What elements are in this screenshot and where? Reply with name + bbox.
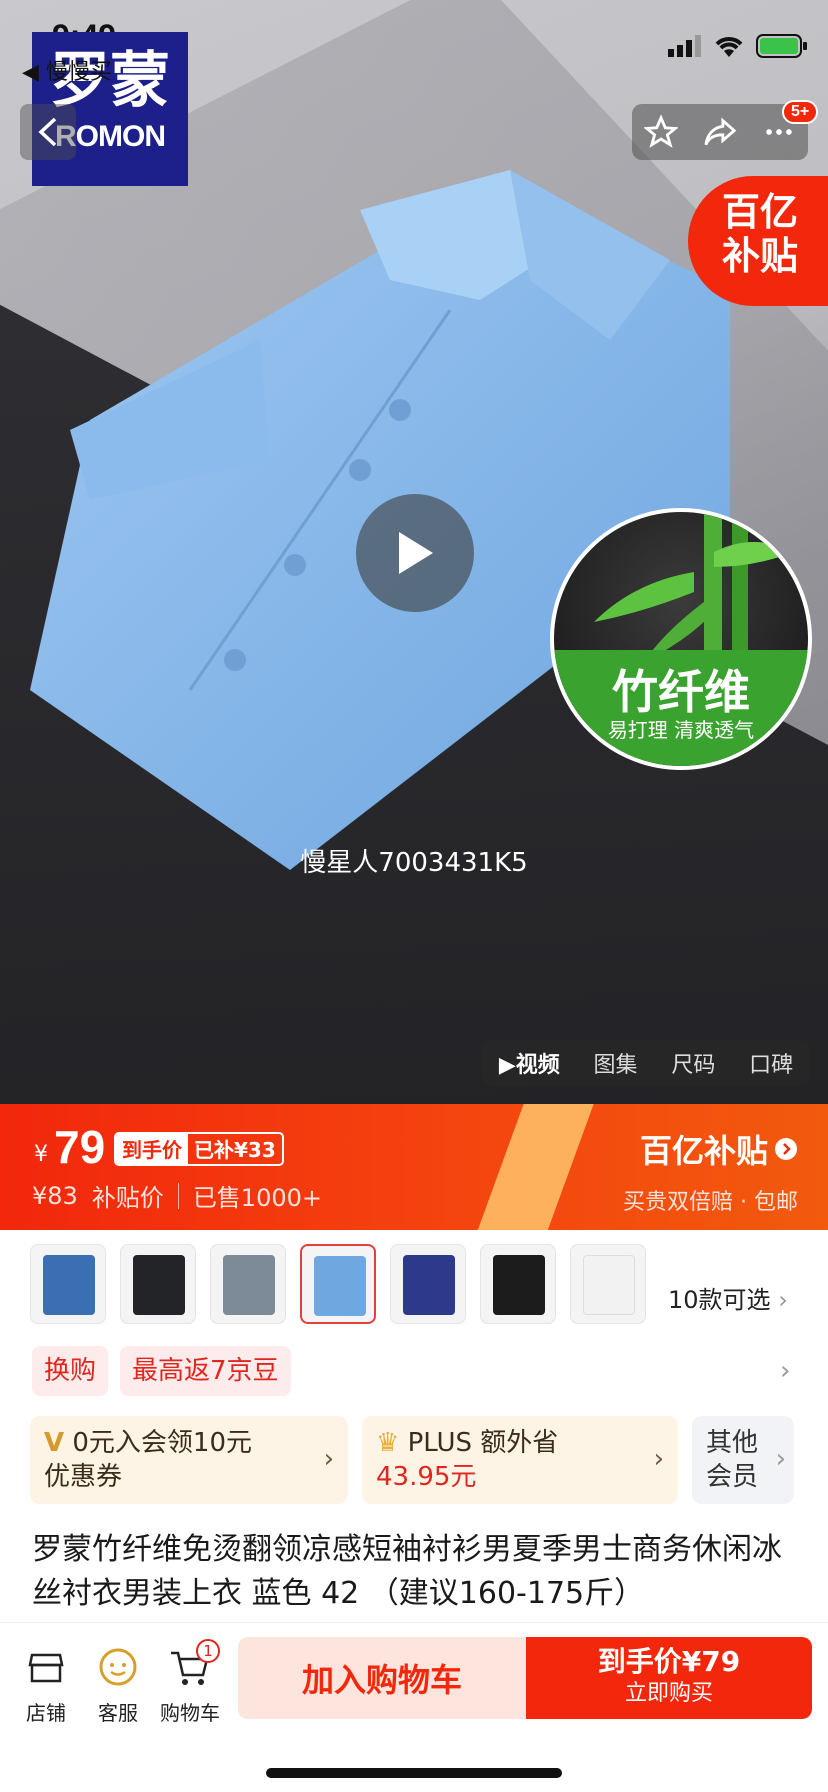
- chevron-left-icon: [38, 117, 57, 147]
- image-watermark: 慢星人7003431K5: [300, 848, 528, 878]
- tab-gallery[interactable]: 图集: [594, 1047, 638, 1079]
- chevron-right-circle-icon: [775, 1138, 797, 1160]
- member-coupon-card[interactable]: V 0元入会领10元 优惠券 ›: [30, 1416, 348, 1504]
- shop-icon: [28, 1653, 64, 1683]
- shop-button[interactable]: 店铺: [6, 1643, 86, 1726]
- tab-reviews[interactable]: 口碑: [749, 1047, 793, 1079]
- currency-symbol: ¥: [34, 1142, 48, 1167]
- buy-now-button[interactable]: 到手价¥79 立即购买: [526, 1637, 812, 1719]
- media-tabs: ▶视频 图集 尺码 口碑: [482, 1040, 810, 1086]
- product-title: 罗蒙竹纤维免烫翻领凉感短袖衬衫男夏季男士商务休闲冰丝衬衣男装上衣 蓝色 42 （…: [32, 1532, 782, 1611]
- plus-saving-card[interactable]: ♛ PLUS 额外省 43.95元 ›: [362, 1416, 678, 1504]
- variant-swatch[interactable]: [30, 1244, 106, 1324]
- play-icon: [399, 532, 433, 574]
- variant-swatch[interactable]: [120, 1244, 196, 1324]
- service-icon: [99, 1648, 137, 1686]
- home-indicator[interactable]: [266, 1768, 562, 1778]
- bottom-action-bar: 店铺 客服 1 购物车 加入购物车 到手价¥79 立即购买: [0, 1622, 828, 1792]
- variant-swatch[interactable]: [480, 1244, 556, 1324]
- chevron-right-icon[interactable]: ›: [780, 1356, 790, 1386]
- service-button[interactable]: 客服: [78, 1643, 158, 1726]
- promo-tag-beans[interactable]: 最高返7京豆: [120, 1346, 291, 1396]
- subsidy-label: 补贴价: [91, 1184, 164, 1212]
- tab-video[interactable]: ▶视频: [499, 1047, 560, 1079]
- sold-count: 已售1000+: [192, 1184, 322, 1212]
- crown-icon: ♛: [376, 1428, 400, 1458]
- play-video-button[interactable]: [356, 494, 474, 612]
- v-icon: V: [44, 1428, 65, 1458]
- cart-count-badge: 1: [196, 1639, 220, 1663]
- other-member-card[interactable]: 其他 会员 ›: [692, 1416, 794, 1504]
- more-variants-link[interactable]: 10款可选 ›: [668, 1280, 788, 1315]
- variant-swatch[interactable]: [570, 1244, 646, 1324]
- price-value: 79: [54, 1121, 106, 1173]
- final-price-tag: 到手价 已补¥33: [114, 1132, 284, 1166]
- promo-tag-exchange[interactable]: 换购: [32, 1346, 109, 1396]
- tab-size[interactable]: 尺码: [671, 1047, 715, 1079]
- subsidy-corner-badge: 百亿 补贴: [688, 176, 828, 306]
- star-icon[interactable]: [644, 115, 679, 149]
- price-bar: ¥ 79 到手价 已补¥33 ¥83 补贴价 已售1000+ 百亿补贴 买贵双倍…: [0, 1104, 828, 1230]
- notification-badge: 5+: [782, 100, 819, 124]
- signal-icon: [668, 35, 701, 57]
- product-image-carousel[interactable]: 9:49 罗蒙 ROMON ◀ 慢慢买 5+ 百亿 补贴: [0, 0, 828, 1104]
- variant-swatch[interactable]: [210, 1244, 286, 1324]
- original-price: ¥83: [32, 1181, 78, 1210]
- chevron-right-icon: ›: [653, 1444, 664, 1474]
- wifi-icon: [715, 37, 743, 57]
- chevron-right-icon: ›: [775, 1444, 786, 1474]
- variant-swatches: [30, 1244, 646, 1324]
- member-cards: V 0元入会领10元 优惠券 › ♛ PLUS 额外省 43.95元 › 其他 …: [30, 1416, 794, 1504]
- battery-icon: [756, 34, 807, 58]
- feature-badge: 竹纤维 易打理 清爽透气: [550, 508, 812, 770]
- bamboo-icon: [594, 512, 794, 672]
- chevron-right-icon: ›: [323, 1444, 334, 1474]
- add-to-cart-button[interactable]: 加入购物车: [238, 1637, 526, 1719]
- back-to-app-link[interactable]: ◀ 慢慢买: [22, 54, 112, 86]
- promo-tags: 换购 最高返7京豆: [32, 1346, 291, 1396]
- variant-swatch-selected[interactable]: [300, 1244, 376, 1324]
- cart-button[interactable]: 1 购物车: [150, 1639, 230, 1726]
- share-icon[interactable]: [703, 115, 737, 149]
- subsidy-brand[interactable]: 百亿补贴 买贵双倍赔 · 包邮: [623, 1126, 798, 1216]
- back-button[interactable]: [20, 104, 76, 160]
- variant-swatch[interactable]: [390, 1244, 466, 1324]
